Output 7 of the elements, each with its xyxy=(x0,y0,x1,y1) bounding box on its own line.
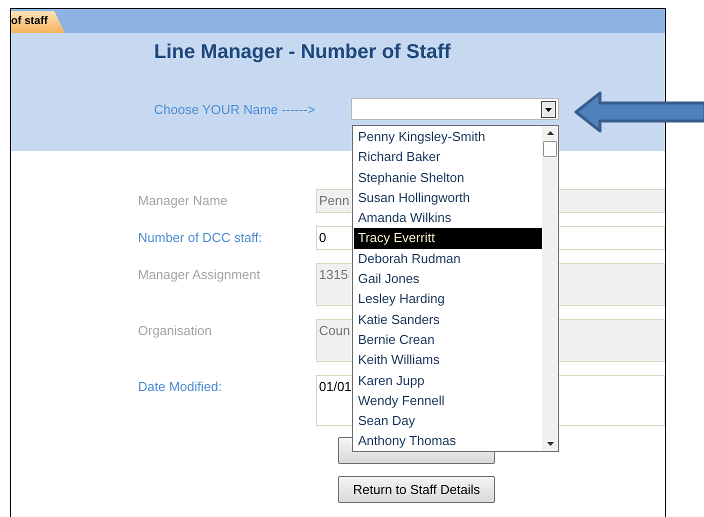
field-label: Manager Assignment xyxy=(138,266,262,282)
field-label: Date Modified: xyxy=(138,378,223,394)
field-label: Manager Name xyxy=(138,192,229,208)
field-label: Organisation xyxy=(138,322,213,338)
form-title: Line Manager - Number of Staff xyxy=(154,41,452,64)
choose-name-label: Choose YOUR Name ------> xyxy=(154,102,316,116)
field-label: Number of DCC staff: xyxy=(138,229,264,245)
